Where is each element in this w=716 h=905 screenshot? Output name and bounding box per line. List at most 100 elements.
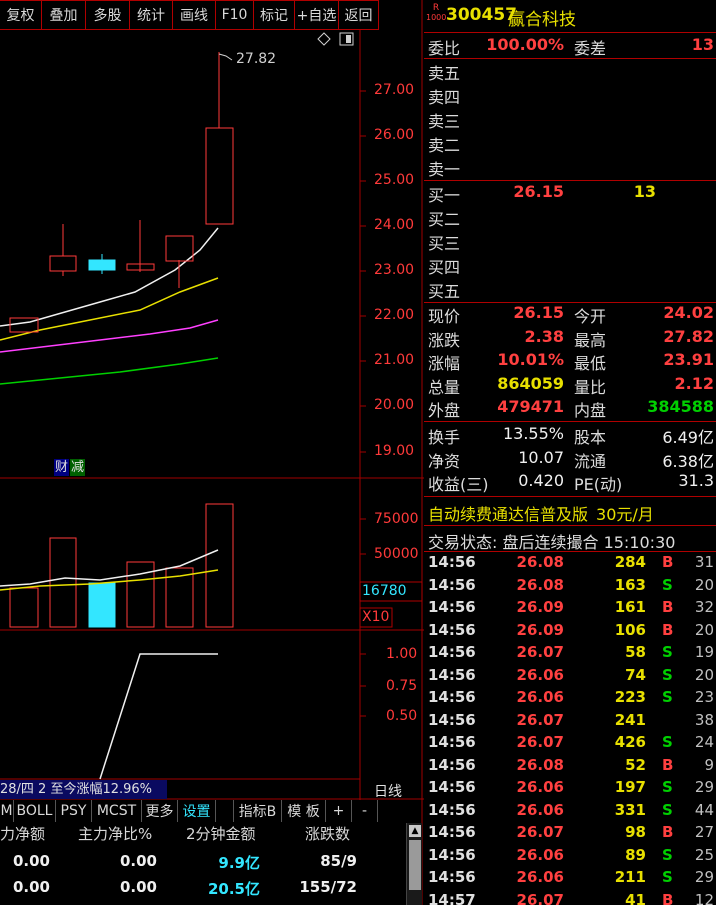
volume-bar [205,503,234,628]
high-marker [218,53,233,61]
ma10-line [0,277,219,341]
candle [88,259,116,271]
price-tick: 22.00 [374,307,415,323]
candle [49,255,77,272]
ask-level: 卖二 [428,136,461,155]
stock-name: 赢合科技 [508,10,576,30]
indicator-tabs: M BOLL PSY MCST 更多 设置 指标B 模 板 + - [0,800,422,822]
tab-spacer [216,800,234,822]
indicator-tab-9[interactable]: - [352,800,378,822]
promo-banner[interactable]: 自动续费通达信普及版 30元/月 [428,501,654,525]
fund-flow-row: 0.00 0.00 9.9亿 85/9 [12,852,357,872]
period-label[interactable]: 日线 [374,781,402,801]
indicator-tab-7[interactable]: 模 板 [282,800,326,822]
indicator-tab-8[interactable]: + [326,800,352,822]
volume-bar [88,582,116,628]
indicator-tab-4[interactable]: 更多 [142,800,178,822]
indicator-tab-3[interactable]: MCST [92,800,142,822]
stock-code: 300457 [446,5,517,25]
tick-row[interactable]: 14:56 26.06 223 S 23 [428,688,716,711]
interval-gain-note: 28/四 2 至今涨幅12.96% [0,780,167,799]
indicator-line [99,653,218,780]
indicator-tick: 0.50 [386,708,418,724]
order-ratio-row: 委比 100.00% 委差 13 [428,35,714,58]
volume-bar [9,587,39,628]
volume-bars [9,503,234,628]
price-tick: 26.00 [374,127,415,143]
indicator-tick: 1.00 [386,646,418,662]
finance-badge[interactable]: 财 [54,459,70,476]
chart-area[interactable] [0,0,424,905]
ask-level: 卖四 [428,88,461,107]
col-net-amount: 力净额 [0,825,46,843]
reduce-badge[interactable]: 减 [70,459,86,476]
ratio-value: 100.00% [486,35,564,54]
margin-badge: R 1000 [426,3,447,22]
ask-level: 卖三 [428,112,461,131]
fund-flow-row: 0.00 0.00 20.5亿 155/72 [12,878,357,898]
indicator-tab-1[interactable]: BOLL [14,800,56,822]
price-tick: 25.00 [374,172,415,188]
tick-row[interactable]: 14:56 26.08 163 S 20 [428,576,716,599]
current-volume: 16780 [362,583,407,599]
volume-bar [49,537,77,628]
ma5-line [0,227,219,327]
tick-row[interactable]: 14:56 26.08 52 B 9 [428,756,716,779]
tick-row[interactable]: 14:56 26.06 89 S 25 [428,846,716,869]
tick-row[interactable]: 14:56 26.07 426 S 24 [428,733,716,756]
trade-status: 交易状态: 盘后连续撮合 15:10:30 [428,533,676,552]
candles [9,52,234,333]
bid-level: 买五 [428,282,461,301]
candle [9,317,39,333]
tick-row[interactable]: 14:56 26.09 161 B 32 [428,598,716,621]
price-tick: 19.00 [374,443,415,459]
volume-tick: 50000 [374,546,419,562]
tick-row[interactable]: 14:56 26.09 106 B 20 [428,621,716,644]
scroll-up-icon[interactable]: ▲ [409,825,421,837]
ma20-line [0,319,219,353]
indicator-tick: 0.75 [386,678,418,694]
fundamental-row: 收益(三) 0.420 PE(动) 31.3 [428,471,714,494]
diff-value: 13 [691,35,714,54]
tick-row[interactable]: 14:56 26.06 331 S 44 [428,801,716,824]
ma-lines [0,227,219,385]
fund-flow-scrollbar[interactable]: ▲ [406,823,422,905]
stat-row: 现价 26.15 今开 24.02 [428,303,714,326]
price-tick: 23.00 [374,262,415,278]
indicator-tab-5[interactable]: 设置 [178,800,216,822]
stat-row: 涨跌 2.38 最高 27.82 [428,326,714,350]
diamond-icon [317,32,331,46]
stat-row: 总量 864059 量比 2.12 [428,373,714,397]
indicator-tab-2[interactable]: PSY [56,800,92,822]
tick-row[interactable]: 14:56 26.06 197 S 29 [428,778,716,801]
tick-row[interactable]: 14:56 26.07 58 S 19 [428,643,716,666]
volume-tick: 75000 [374,511,419,527]
indicator-tab-0[interactable]: M [0,800,14,822]
bid-level: 买四 [428,258,461,277]
high-price-label: 27.82 [236,51,277,67]
col-2min-amount: 2分钟金额 [186,825,256,843]
tick-row[interactable]: 14:56 26.08 284 B 31 [428,553,716,576]
col-advance-decline: 涨跌数 [305,825,351,843]
bid-level: 买二 [428,210,461,229]
price-tick: 24.00 [374,217,415,233]
indicator-tab-6[interactable]: 指标B [234,800,282,822]
fundamental-row: 净资 10.07 流通 6.38亿 [428,447,714,471]
volume-multiplier[interactable]: X10 [362,609,389,625]
candle [205,127,234,225]
col-net-ratio: 主力净比% [78,825,153,843]
scroll-thumb[interactable] [409,840,421,890]
price-tick: 20.00 [374,397,415,413]
tick-row[interactable]: 14:57 26.07 41 B 12 [428,891,716,905]
tick-row[interactable]: 14:56 26.06 211 S 29 [428,868,716,891]
bid-level: 买三 [428,234,461,253]
tick-row[interactable]: 14:56 26.07 241 38 [428,711,716,734]
ask-level: 卖五 [428,64,461,83]
tick-row[interactable]: 14:56 26.06 74 S 20 [428,666,716,689]
tick-row[interactable]: 14:56 26.07 98 B 27 [428,823,716,846]
fund-flow-header: 力净额 主力净比% 2分钟金额 涨跌数 [0,823,405,847]
ask-level: 卖一 [428,160,461,179]
quote-panel: R 1000 300457 赢合科技 委比 100.00% 委差 13 卖五卖四… [424,0,716,905]
candle [165,235,194,262]
bid-level: 买一 26.15 13 [428,182,656,205]
